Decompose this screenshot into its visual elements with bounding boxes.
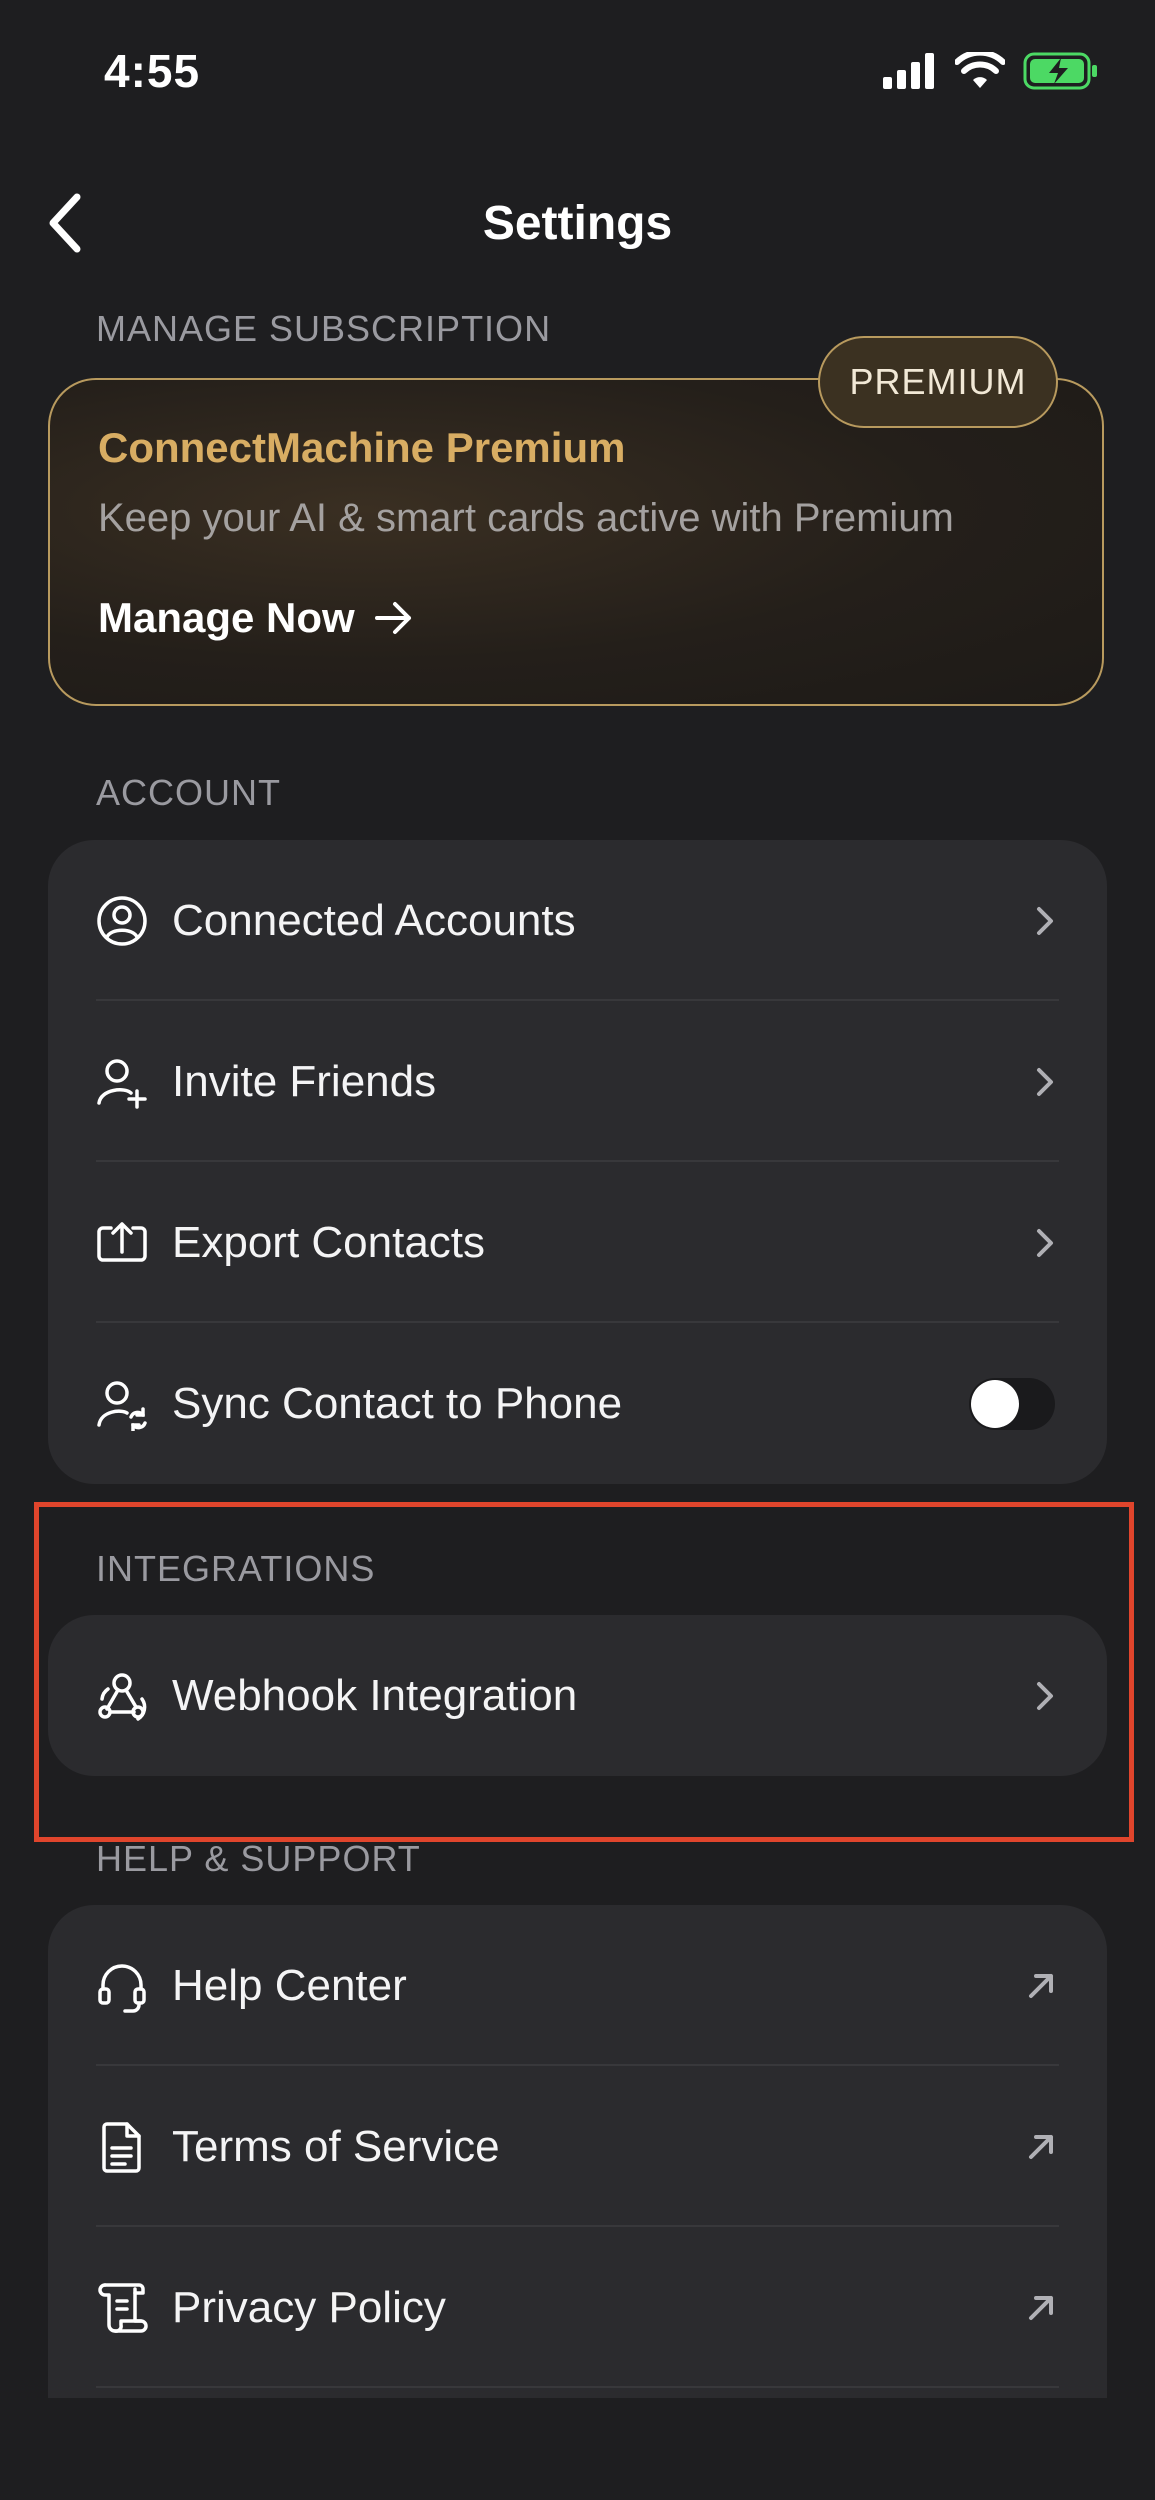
document-icon [92, 2117, 152, 2177]
section-label-help: HELP & SUPPORT [96, 1838, 421, 1879]
row-label: Webhook Integration [172, 1670, 578, 1720]
row-label: Terms of Service [172, 2121, 500, 2171]
chevron-right-icon [1035, 905, 1055, 937]
row-label: Export Contacts [172, 1217, 486, 1267]
user-sync-icon [92, 1374, 152, 1434]
row-connected-accounts[interactable]: Connected Accounts [48, 840, 1107, 1001]
status-bar: 4:55 [0, 0, 1155, 140]
user-plus-icon [92, 1052, 152, 1112]
webhook-icon [92, 1666, 152, 1726]
arrow-right-icon [374, 602, 411, 634]
premium-badge: PREMIUM [818, 336, 1058, 428]
row-label: Privacy Policy [172, 2282, 446, 2332]
battery-charging-icon [1023, 52, 1097, 90]
toggle-knob [971, 1379, 1019, 1428]
row-label: Sync Contact to Phone [172, 1378, 623, 1428]
chevron-right-icon [1035, 1066, 1055, 1098]
status-icons [883, 52, 1099, 90]
manage-now-button[interactable]: Manage Now [98, 594, 413, 642]
export-icon [92, 1213, 152, 1273]
chevron-right-icon [1035, 1227, 1055, 1259]
account-group: Connected Accounts Invite Friends Export… [48, 840, 1107, 1484]
row-privacy-policy[interactable]: Privacy Policy [48, 2227, 1107, 2388]
chevron-right-icon [1035, 1680, 1055, 1712]
status-time: 4:55 [104, 45, 201, 97]
row-terms-of-service[interactable]: Terms of Service [48, 2066, 1107, 2227]
section-label-account: ACCOUNT [96, 772, 281, 813]
scroll-icon [92, 2278, 152, 2338]
section-label-integrations: INTEGRATIONS [96, 1548, 376, 1589]
cellular-signal-icon [883, 53, 934, 89]
row-label: Help Center [172, 1960, 407, 2010]
row-label: Invite Friends [172, 1056, 437, 1106]
sync-contact-toggle[interactable] [969, 1377, 1055, 1430]
divider [96, 2386, 1059, 2388]
external-link-icon [1027, 1972, 1055, 2000]
wifi-icon [955, 52, 1005, 88]
headset-icon [92, 1956, 152, 2016]
help-group: Help Center Terms of Service Privacy Pol… [48, 1905, 1107, 2398]
page-title: Settings [482, 197, 673, 250]
section-label-subscription: MANAGE SUBSCRIPTION [96, 308, 552, 349]
row-sync-contact: Sync Contact to Phone [48, 1323, 1107, 1484]
row-invite-friends[interactable]: Invite Friends [48, 1001, 1107, 1162]
row-label: Connected Accounts [172, 895, 576, 945]
external-link-icon [1027, 2133, 1055, 2161]
premium-title: ConnectMachine Premium [98, 424, 626, 471]
manage-now-label: Manage Now [98, 594, 355, 641]
row-export-contacts[interactable]: Export Contacts [48, 1162, 1107, 1323]
integrations-group: Webhook Integration [48, 1615, 1107, 1776]
external-link-icon [1027, 2294, 1055, 2322]
row-webhook-integration[interactable]: Webhook Integration [48, 1615, 1107, 1776]
nav-bar: Settings [0, 170, 1155, 270]
user-circle-icon [92, 891, 152, 951]
premium-description: Keep your AI & smart cards active with P… [98, 496, 954, 540]
row-help-center[interactable]: Help Center [48, 1905, 1107, 2066]
